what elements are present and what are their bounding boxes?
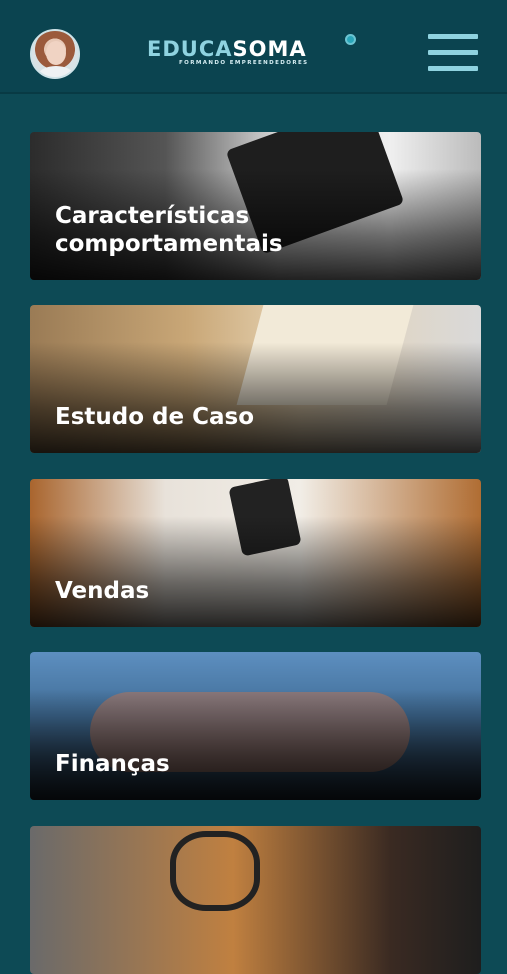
card-title: Características comportamentais (55, 203, 283, 257)
logo-wordmark: EDUCASOMA (147, 38, 362, 60)
card-overlay (30, 342, 481, 453)
logo-circle-icon (345, 34, 356, 45)
course-card-financas[interactable]: Finanças (30, 652, 481, 800)
profile-avatar[interactable] (30, 29, 80, 79)
course-card-vendas[interactable]: Vendas (30, 479, 481, 627)
logo-tagline: FORMANDO EMPREENDEDORES (179, 60, 309, 66)
course-card-caracteristicas[interactable]: Características comportamentais (30, 132, 481, 280)
logo-word-part1: EDUCA (147, 37, 233, 61)
menu-bar-icon (428, 66, 478, 71)
robot-image (170, 831, 260, 911)
avatar-face (46, 41, 66, 65)
menu-bar-icon (428, 34, 478, 39)
avatar-shirt (38, 66, 74, 77)
app-header: EDUCASOMA FORMANDO EMPREENDEDORES (0, 0, 507, 94)
course-card-estudo-de-caso[interactable]: Estudo de Caso (30, 305, 481, 453)
hamburger-menu-button[interactable] (428, 34, 478, 72)
educasoma-logo: EDUCASOMA FORMANDO EMPREENDEDORES (147, 34, 362, 78)
card-overlay (30, 516, 481, 627)
card-title: Vendas (55, 578, 150, 604)
card-title: Finanças (55, 751, 170, 777)
course-card-next[interactable] (30, 826, 481, 974)
card-title: Estudo de Caso (55, 404, 255, 430)
card-overlay (30, 689, 481, 800)
logo-word-part2: SOMA (232, 37, 307, 61)
menu-bar-icon (428, 50, 478, 55)
